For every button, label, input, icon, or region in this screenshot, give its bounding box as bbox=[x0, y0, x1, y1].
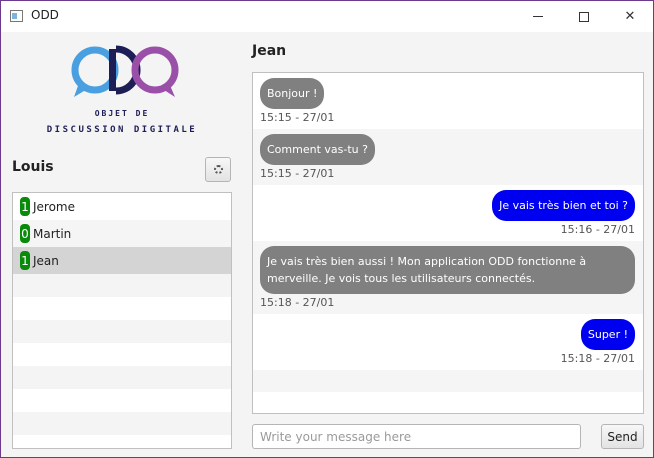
gear-icon bbox=[213, 165, 223, 174]
contact-name: Jean bbox=[33, 253, 59, 268]
close-icon: ✕ bbox=[624, 9, 636, 24]
app-window: ODD ✕ OBJET DE DISCUSSION DIGITALE Louis… bbox=[0, 0, 654, 458]
message-list[interactable]: Bonjour ! 15:15 - 27/01 Comment vas-tu ?… bbox=[252, 72, 644, 414]
logo-line-1: OBJET DE bbox=[94, 109, 150, 118]
settings-button[interactable] bbox=[205, 157, 231, 182]
empty-list-row bbox=[13, 320, 231, 343]
message-bubble-outgoing: Super ! bbox=[580, 319, 635, 350]
empty-list-row bbox=[13, 343, 231, 366]
message-item: Super ! 15:18 - 27/01 bbox=[253, 314, 643, 370]
title-bar: ODD ✕ bbox=[1, 1, 653, 32]
close-button[interactable]: ✕ bbox=[607, 1, 653, 32]
window-title: ODD bbox=[31, 8, 59, 22]
maximize-icon bbox=[579, 11, 589, 22]
message-timestamp: 15:15 - 27/01 bbox=[260, 167, 335, 180]
message-bubble-incoming: Bonjour ! bbox=[260, 78, 325, 109]
message-timestamp: 15:16 - 27/01 bbox=[560, 223, 635, 236]
chat-title: Jean bbox=[252, 43, 287, 59]
unread-badge: 1 bbox=[20, 251, 30, 270]
message-bubble-incoming: Je vais très bien aussi ! Mon applicatio… bbox=[260, 246, 635, 294]
unread-badge: 0 bbox=[20, 224, 30, 243]
empty-list-row bbox=[13, 389, 231, 412]
message-item: Je vais très bien aussi ! Mon applicatio… bbox=[253, 241, 643, 314]
logo-line-2: DISCUSSION DIGITALE bbox=[46, 125, 198, 135]
app-window-icon bbox=[10, 10, 23, 22]
contact-item-martin[interactable]: 0 Martin bbox=[13, 220, 231, 247]
minimize-icon bbox=[533, 16, 543, 17]
empty-list-row bbox=[13, 297, 231, 320]
minimize-button[interactable] bbox=[515, 1, 561, 32]
empty-list-row bbox=[13, 366, 231, 389]
current-user-name: Louis bbox=[12, 159, 54, 175]
send-button[interactable]: Send bbox=[601, 424, 644, 449]
empty-message-row bbox=[253, 370, 643, 392]
message-bubble-incoming: Comment vas-tu ? bbox=[260, 134, 375, 165]
logo-rings bbox=[71, 45, 179, 97]
message-timestamp: 15:18 - 27/01 bbox=[260, 296, 335, 309]
contact-item-jerome[interactable]: 1 Jerome bbox=[13, 193, 231, 220]
message-input[interactable] bbox=[252, 424, 581, 449]
odd-logo: OBJET DE DISCUSSION DIGITALE bbox=[19, 45, 225, 137]
message-item: Je vais très bien et toi ? 15:16 - 27/01 bbox=[253, 185, 643, 241]
message-timestamp: 15:15 - 27/01 bbox=[260, 111, 335, 124]
message-timestamp: 15:18 - 27/01 bbox=[560, 352, 635, 365]
empty-list-row bbox=[13, 435, 231, 448]
message-bubble-outgoing: Je vais très bien et toi ? bbox=[492, 190, 635, 221]
empty-list-row bbox=[13, 412, 231, 435]
unread-badge: 1 bbox=[20, 197, 30, 216]
empty-list-row bbox=[13, 274, 231, 297]
contact-name: Jerome bbox=[33, 199, 76, 214]
maximize-button[interactable] bbox=[561, 1, 607, 32]
contact-item-jean[interactable]: 1 Jean bbox=[13, 247, 231, 274]
contact-name: Martin bbox=[33, 226, 72, 241]
contact-list[interactable]: 1 Jerome 0 Martin 1 Jean bbox=[12, 192, 232, 449]
message-item: Bonjour ! 15:15 - 27/01 bbox=[253, 73, 643, 129]
message-item: Comment vas-tu ? 15:15 - 27/01 bbox=[253, 129, 643, 185]
